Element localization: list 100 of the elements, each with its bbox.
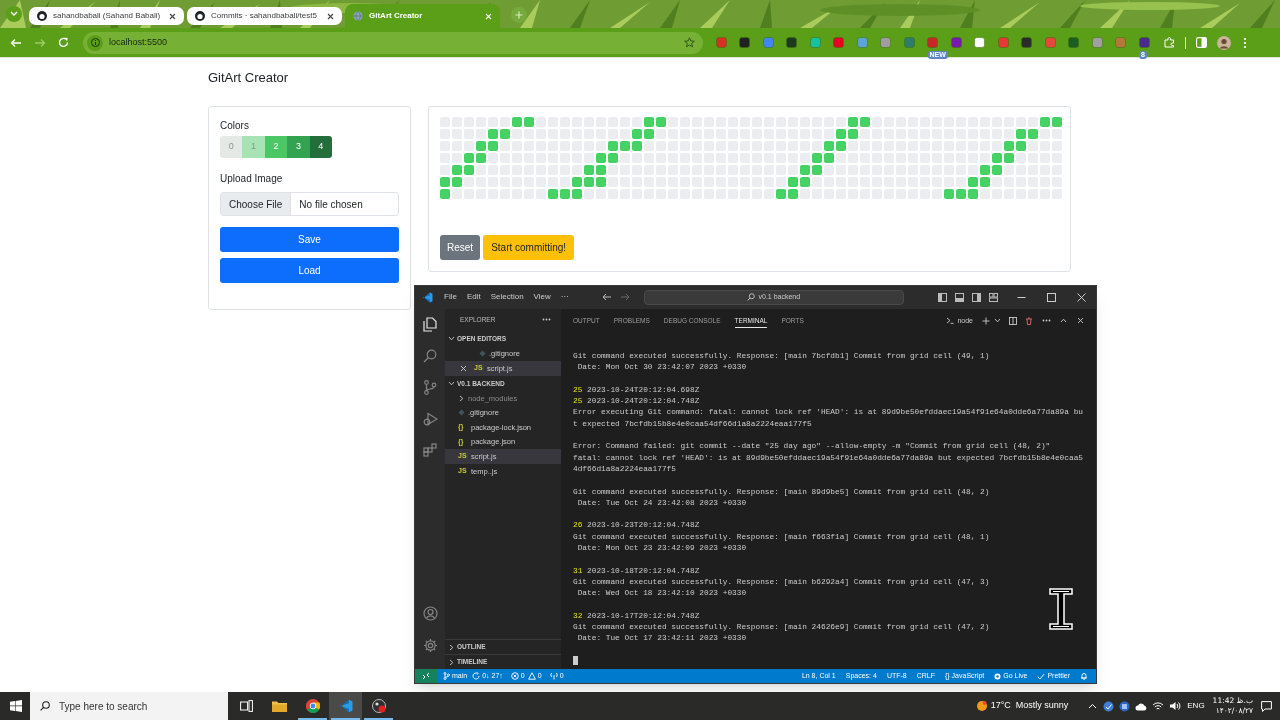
grid-cell[interactable] [1052,117,1062,127]
extension-icon[interactable] [974,37,985,48]
weather-icon[interactable] [975,700,988,712]
grid-cell[interactable] [944,189,954,199]
extension-icon[interactable] [833,37,844,48]
file-input[interactable]: Choose File No file chosen [220,192,399,216]
grid-cell[interactable] [476,141,486,151]
grid-cell[interactable] [836,129,846,139]
close-icon[interactable] [169,12,176,20]
grid-cell[interactable] [452,177,462,187]
grid-cell[interactable] [800,177,810,187]
grid-cell[interactable] [1016,141,1026,151]
chevron-up-icon[interactable] [1060,317,1067,325]
remote-button[interactable] [415,669,437,683]
grid-cell[interactable] [860,117,870,127]
action-button[interactable]: Start committing! [483,235,575,260]
grid-cell[interactable] [1028,129,1038,139]
grid-cell[interactable] [620,141,630,151]
grid-cell[interactable] [596,153,606,163]
grid-cell[interactable] [788,189,798,199]
grid-cell[interactable] [968,189,978,199]
trash-icon[interactable] [1025,316,1033,325]
windows-logo-icon[interactable] [10,700,22,712]
layout-icon[interactable] [954,292,964,302]
star-icon[interactable] [684,37,695,48]
choose-file-button[interactable]: Choose File [221,193,292,215]
forward-arrow-icon[interactable] [619,293,630,302]
grid-cell[interactable] [548,189,558,199]
grid-cell[interactable] [488,141,498,151]
extension-icon[interactable] [1021,37,1032,48]
grid-cell[interactable] [980,177,990,187]
tray-app-icon[interactable] [1119,700,1131,712]
menu-item[interactable]: File [439,291,462,304]
close-icon[interactable] [327,12,334,20]
puzzle-icon[interactable] [1164,37,1175,48]
layout-icon[interactable] [988,292,998,302]
grid-cell[interactable] [812,165,822,175]
grid-cell[interactable] [608,141,618,151]
extension-icon[interactable] [950,37,962,48]
grid-cell[interactable] [488,129,498,139]
grid-cell[interactable] [848,117,858,127]
grid-cell[interactable] [788,177,798,187]
more-icon[interactable] [542,318,551,322]
layout-icon[interactable] [937,292,947,302]
extension-icon[interactable] [739,37,750,48]
search-icon[interactable] [423,348,437,363]
grid-cell[interactable] [980,165,990,175]
files-icon[interactable] [423,316,437,332]
grid-cell[interactable] [584,165,594,175]
grid-cell[interactable] [956,189,966,199]
grid-cell[interactable] [572,177,582,187]
grid-cell[interactable] [524,117,534,127]
browser-tab[interactable]: sahandbabali (Sahand Babali) [29,7,184,25]
grid-cell[interactable] [1004,153,1014,163]
new-tab-button[interactable] [511,7,527,23]
grid-cell[interactable] [512,117,522,127]
menu-item[interactable]: View [528,291,556,304]
maximize-icon[interactable] [1046,292,1056,302]
more-icon[interactable] [1042,319,1051,323]
grid-cell[interactable] [632,129,642,139]
settings-icon[interactable] [422,638,438,654]
grid-cell[interactable] [776,189,786,199]
extension-icon[interactable] [786,37,797,48]
grid-cell[interactable] [500,129,510,139]
side-panel-icon[interactable] [1196,37,1207,48]
chevron-up-icon[interactable] [1088,703,1098,709]
grid-cell[interactable] [560,189,570,199]
grid-cell[interactable] [596,177,606,187]
cloud-icon[interactable] [1135,701,1148,711]
menu-icon[interactable] [1243,36,1247,49]
grid-cell[interactable] [992,153,1002,163]
wifi-icon[interactable] [1152,701,1165,711]
notification-icon[interactable] [1261,700,1272,712]
grid-cell[interactable] [644,117,654,127]
color-swatch[interactable]: 4 [309,136,332,158]
grid-cell[interactable] [1004,141,1014,151]
bell-icon[interactable] [1080,672,1088,680]
grid-cell[interactable] [1040,117,1050,127]
tray-app-icon[interactable] [1103,700,1115,712]
grid-cell[interactable] [848,129,858,139]
split-icon[interactable] [1009,316,1017,325]
menu-item[interactable]: Edit [461,291,486,304]
taskbar-search-field[interactable]: Type here to search [30,692,228,720]
plus-icon[interactable] [982,316,990,325]
avatar-icon[interactable] [1217,35,1231,50]
action-button[interactable]: Reset [440,235,481,260]
menu-item[interactable]: Selection [485,291,529,304]
extension-icon[interactable] [927,37,938,48]
grid-cell[interactable] [824,153,834,163]
menu-item[interactable]: ··· [555,291,574,304]
grid-cell[interactable] [596,165,606,175]
grid-cell[interactable] [800,165,810,175]
grid-cell[interactable] [812,153,822,163]
extensions-icon[interactable] [423,442,437,457]
grid-cell[interactable] [452,165,462,175]
back-arrow-icon[interactable] [601,293,612,302]
extension-icon[interactable] [1068,37,1079,48]
address-bar[interactable]: localhost:5500 [83,31,703,54]
forward-arrow-icon[interactable] [34,37,46,48]
language-indicator[interactable]: ENG [1187,700,1205,712]
